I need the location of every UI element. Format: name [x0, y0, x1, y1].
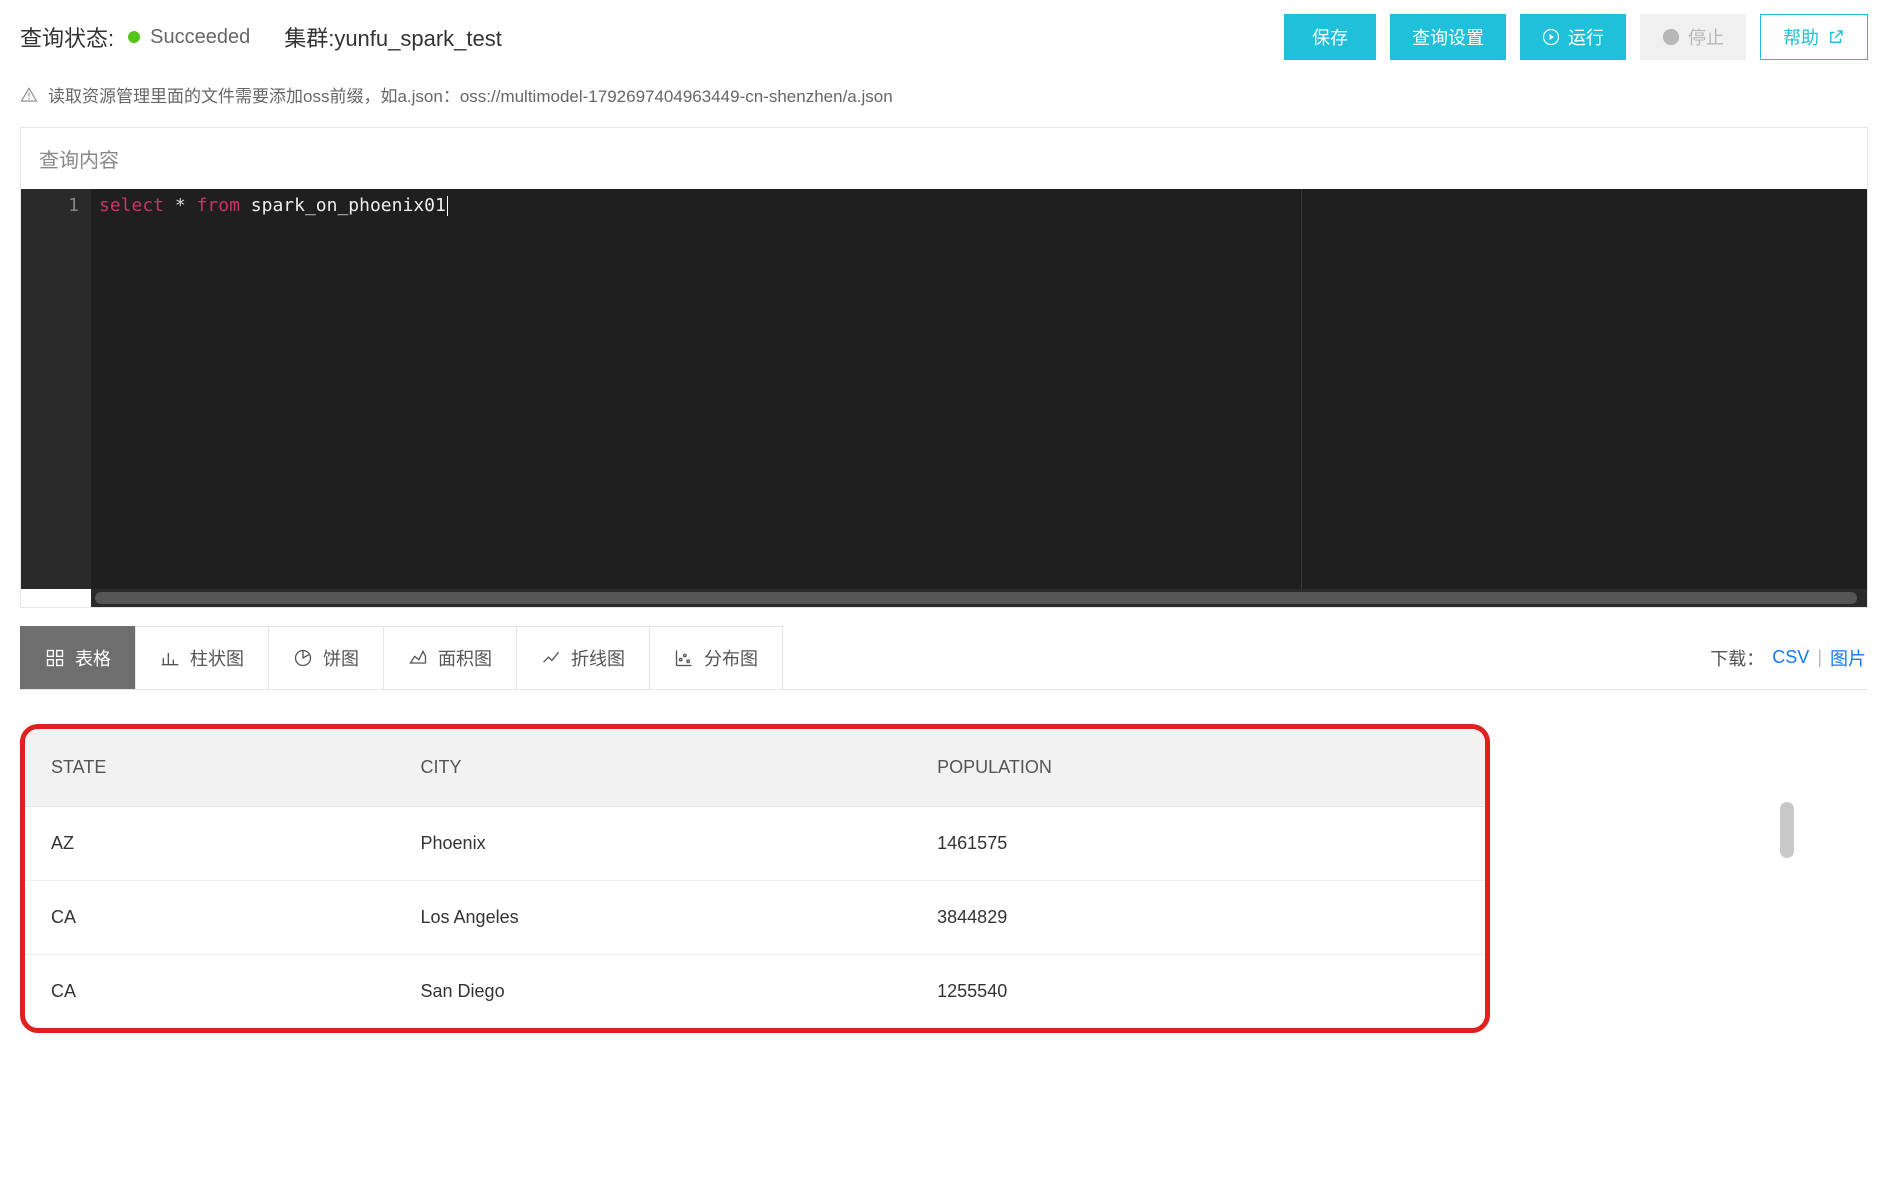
- results-table: STATE CITY POPULATION AZ Phoenix 1461575…: [25, 729, 1485, 1028]
- text-cursor-icon: [447, 196, 448, 216]
- info-text: 读取资源管理里面的文件需要添加oss前缀，如a.json：oss://multi…: [48, 82, 893, 107]
- cell-population: 3844829: [911, 881, 1485, 955]
- help-button-label: 帮助: [1783, 24, 1819, 50]
- cell-population: 1255540: [911, 955, 1485, 1029]
- results-vertical-scrollbar[interactable]: [1780, 802, 1794, 858]
- tab-scatter-chart[interactable]: 分布图: [649, 626, 783, 689]
- tab-pie-chart[interactable]: 饼图: [268, 626, 384, 689]
- line-chart-icon: [541, 648, 561, 668]
- status-dot-icon: [128, 31, 140, 43]
- save-button[interactable]: 保存: [1284, 14, 1376, 60]
- query-status-value: Succeeded: [150, 26, 250, 49]
- line-number: 1: [27, 195, 79, 216]
- cell-city: San Diego: [395, 955, 912, 1029]
- download-image-link[interactable]: 图片: [1830, 645, 1866, 671]
- run-button[interactable]: 运行: [1520, 14, 1626, 60]
- editor-title: 查询内容: [21, 128, 1867, 189]
- download-area: 下载： CSV | 图片: [1710, 626, 1868, 689]
- tab-line-label: 折线图: [571, 645, 625, 671]
- warning-icon: [20, 86, 38, 104]
- code-area[interactable]: 1 select * from spark_on_phoenix01: [21, 189, 1867, 589]
- table-row[interactable]: CA Los Angeles 3844829: [25, 881, 1485, 955]
- info-bar: 读取资源管理里面的文件需要添加oss前缀，如a.json：oss://multi…: [0, 74, 1888, 123]
- save-button-label: 保存: [1312, 24, 1348, 50]
- run-button-label: 运行: [1568, 24, 1604, 50]
- cell-state: CA: [25, 881, 395, 955]
- results-panel: STATE CITY POPULATION AZ Phoenix 1461575…: [20, 724, 1868, 1033]
- query-settings-button[interactable]: 查询设置: [1390, 14, 1506, 60]
- scrollbar-thumb[interactable]: [95, 592, 1857, 604]
- tab-area-label: 面积图: [438, 645, 492, 671]
- tab-line-chart[interactable]: 折线图: [516, 626, 650, 689]
- result-tabs: 表格 柱状图 饼图 面积图 折线图 分布图 下载： CSV | 图片: [20, 626, 1868, 690]
- tab-pie-label: 饼图: [323, 645, 359, 671]
- sql-table-name: spark_on_phoenix01: [251, 195, 446, 216]
- table-row[interactable]: CA San Diego 1255540: [25, 955, 1485, 1029]
- table-row[interactable]: AZ Phoenix 1461575: [25, 807, 1485, 881]
- pie-chart-icon: [293, 648, 313, 668]
- play-icon: [1542, 28, 1560, 46]
- sql-star: *: [175, 195, 186, 216]
- tab-area-chart[interactable]: 面积图: [383, 626, 517, 689]
- help-button[interactable]: 帮助: [1760, 14, 1868, 60]
- separator: |: [1817, 647, 1822, 668]
- sql-keyword-select: select: [99, 195, 164, 216]
- sql-keyword-from: from: [197, 195, 240, 216]
- cell-state: AZ: [25, 807, 395, 881]
- stop-icon: [1662, 28, 1680, 46]
- scatter-chart-icon: [674, 648, 694, 668]
- results-highlight-box: STATE CITY POPULATION AZ Phoenix 1461575…: [20, 724, 1490, 1033]
- area-chart-icon: [408, 648, 428, 668]
- col-population[interactable]: POPULATION: [911, 729, 1485, 807]
- cell-population: 1461575: [911, 807, 1485, 881]
- external-link-icon: [1827, 28, 1845, 46]
- table-header-row: STATE CITY POPULATION: [25, 729, 1485, 807]
- header-bar: 查询状态: Succeeded 集群:yunfu_spark_test 保存 查…: [0, 0, 1888, 74]
- stop-button: 停止: [1640, 14, 1746, 60]
- tab-table[interactable]: 表格: [20, 626, 136, 689]
- editor-ruler: [1301, 189, 1302, 589]
- cell-state: CA: [25, 955, 395, 1029]
- query-status-label: 查询状态:: [20, 21, 114, 53]
- sql-editor: 查询内容 1 select * from spark_on_phoenix01: [20, 127, 1868, 608]
- tab-table-label: 表格: [75, 645, 111, 671]
- line-gutter: 1: [21, 189, 91, 589]
- code-content[interactable]: select * from spark_on_phoenix01: [91, 189, 1867, 589]
- tab-bar-label: 柱状图: [190, 645, 244, 671]
- cell-city: Los Angeles: [395, 881, 912, 955]
- download-label: 下载：: [1710, 645, 1764, 671]
- bar-chart-icon: [160, 648, 180, 668]
- grid-icon: [45, 648, 65, 668]
- cell-city: Phoenix: [395, 807, 912, 881]
- col-city[interactable]: CITY: [395, 729, 912, 807]
- cluster-label: 集群:yunfu_spark_test: [284, 21, 502, 53]
- tab-scatter-label: 分布图: [704, 645, 758, 671]
- query-settings-label: 查询设置: [1412, 24, 1484, 50]
- col-state[interactable]: STATE: [25, 729, 395, 807]
- editor-horizontal-scrollbar[interactable]: [91, 589, 1867, 607]
- download-csv-link[interactable]: CSV: [1772, 647, 1809, 668]
- tab-bar-chart[interactable]: 柱状图: [135, 626, 269, 689]
- stop-button-label: 停止: [1688, 24, 1724, 50]
